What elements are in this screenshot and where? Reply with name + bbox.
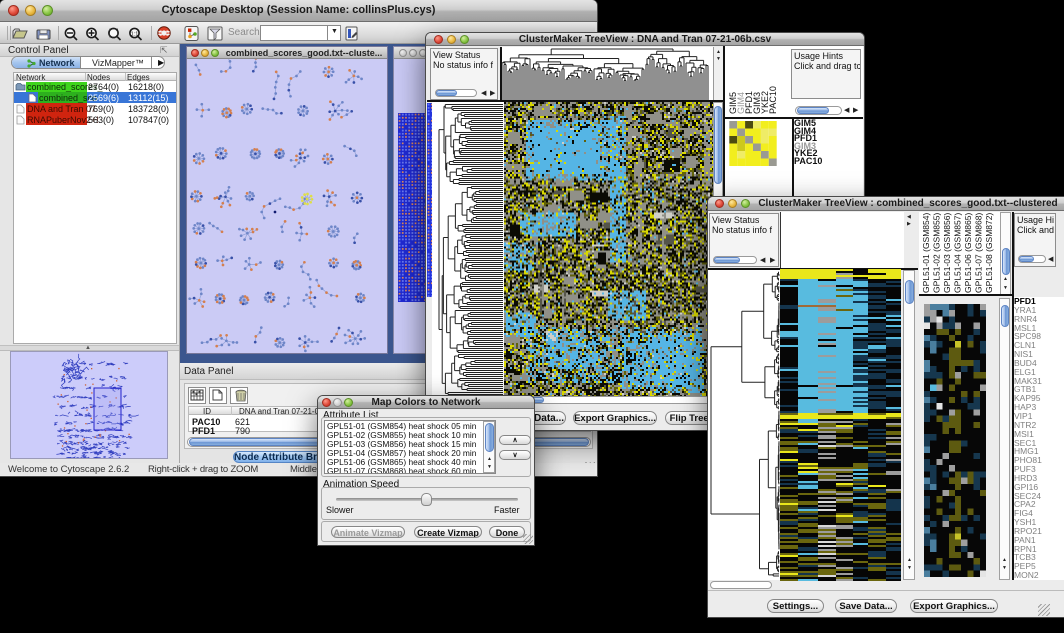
svg-text:1:1: 1:1 [131, 32, 139, 38]
svg-text:GPL51-02 (GSM855): GPL51-02 (GSM855) [932, 213, 942, 293]
svg-text:GPL51-07 (GSM868): GPL51-07 (GSM868) [974, 213, 984, 293]
svg-text:PAC10: PAC10 [768, 86, 778, 114]
svg-text:GPL51-01 (GSM854): GPL51-01 (GSM854) [921, 213, 931, 293]
svg-text:GPL51-04 (GSM857): GPL51-04 (GSM857) [953, 213, 963, 293]
svg-text:GPL51-08 (GSM872): GPL51-08 (GSM872) [984, 213, 994, 293]
svg-text:GPL51-03 (GSM856): GPL51-03 (GSM856) [942, 213, 952, 293]
svg-text:GPL51-06 (GSM865): GPL51-06 (GSM865) [963, 213, 973, 293]
